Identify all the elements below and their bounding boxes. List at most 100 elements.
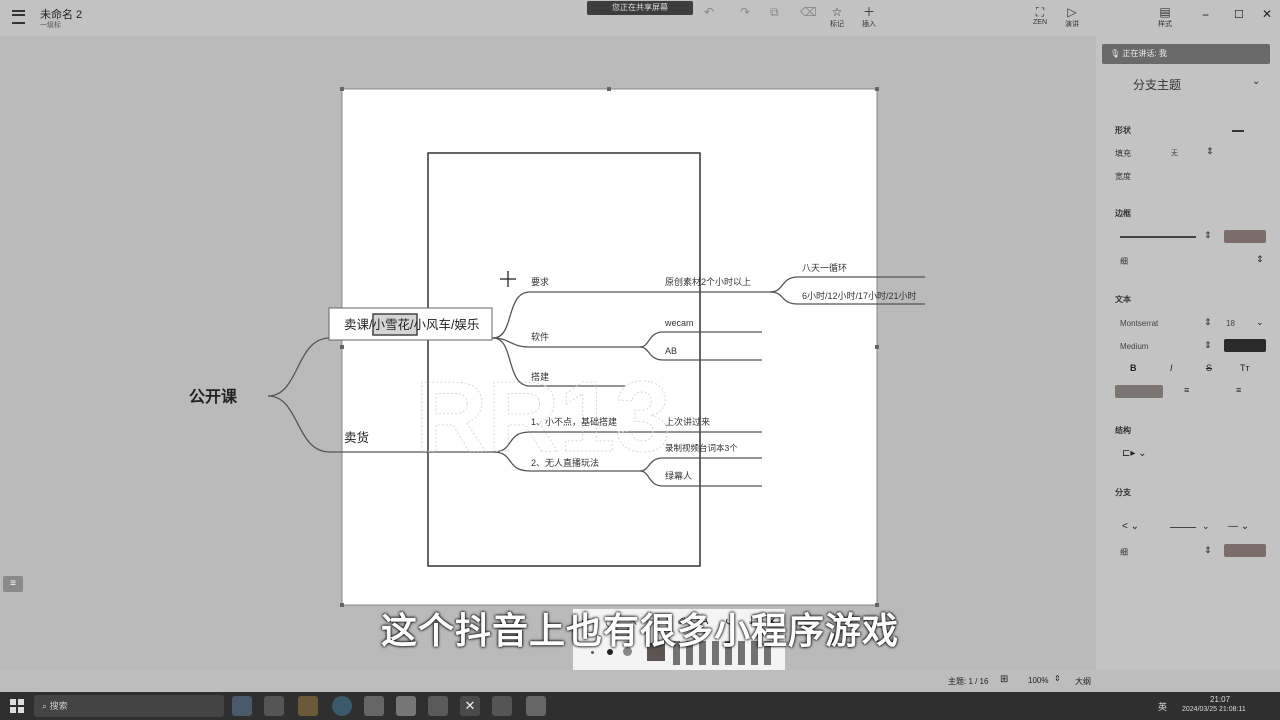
app-icon[interactable]	[526, 696, 546, 716]
app-icon[interactable]	[428, 696, 448, 716]
mic-icon: 🎙	[1110, 49, 1121, 58]
insert-button[interactable]: ＋ 插入	[862, 5, 876, 29]
present-label: 演讲	[1065, 21, 1079, 28]
status-bar: 主题: 1 / 16 ⊞ 100% ⇕ 大纲	[0, 670, 1280, 692]
font-family-select[interactable]: Montserrat	[1120, 319, 1158, 328]
region-handle	[607, 87, 611, 91]
play-icon: ▷	[1067, 5, 1077, 19]
topic-item2: 2、无人直播玩法	[531, 457, 599, 468]
stepper-icon[interactable]: ⇕	[1204, 230, 1212, 241]
topic-item1: 1、小不点，基础搭建	[531, 416, 617, 427]
clock-time[interactable]: 21:07	[1210, 695, 1230, 704]
italic-button[interactable]: I	[1170, 363, 1173, 373]
insert-label: 插入	[862, 21, 876, 28]
font-size-select[interactable]: 18	[1226, 319, 1235, 328]
video-subtitle: 这个抖音上也有很多小程序游戏	[380, 610, 899, 651]
map-icon[interactable]: ⊞	[1000, 674, 1008, 685]
chevron-down-icon[interactable]: ⌄	[1252, 76, 1260, 87]
stepper-icon[interactable]: ⇕	[1256, 254, 1264, 265]
close-window-button[interactable]: ✕	[1262, 7, 1272, 21]
region-handle	[340, 345, 344, 349]
width-label: 宽度	[1115, 172, 1131, 181]
undo-icon: ↶	[704, 5, 715, 19]
region-handle	[340, 87, 344, 91]
branch-line-preview[interactable]	[1170, 527, 1196, 528]
taskbar-search[interactable]: ⌕ 搜索	[34, 695, 224, 717]
chevron-down-icon[interactable]: ⌄	[1256, 317, 1264, 328]
chevron-down-icon[interactable]: ⌄	[1202, 521, 1210, 532]
mindmap-svg: RR13 公开课 卖课/小雪花/小风车/娱乐 卖货 要求 原创素材2个小时以上 …	[189, 87, 925, 607]
align-center-icon[interactable]: ≡	[1184, 385, 1189, 395]
present-button[interactable]: ▷ 演讲	[1065, 5, 1079, 29]
ime-indicator[interactable]: 英	[1158, 700, 1167, 713]
windows-taskbar: ⌕ 搜索 ✕ 英 21:07 2024/03/25 21:08:11	[0, 692, 1280, 720]
highlight-color-swatch[interactable]	[1115, 385, 1163, 398]
topic-req-child: 原创素材2个小时以上	[665, 276, 751, 287]
text-case-button[interactable]: Tт	[1240, 363, 1250, 373]
clear-format-button[interactable]: ⌫	[800, 5, 817, 19]
speaking-text: 正在讲话: 我	[1122, 49, 1167, 58]
undo-button[interactable]: ↶	[704, 5, 714, 19]
structure-select-icon[interactable]: ⊏▸ ⌄	[1122, 448, 1147, 459]
mark-button[interactable]: ☆ 标记	[830, 5, 844, 29]
border-line-preview[interactable]	[1120, 236, 1196, 238]
app-icon[interactable]	[492, 696, 512, 716]
chevron-down-icon[interactable]: ⇕	[1054, 674, 1061, 683]
browser-icon[interactable]	[332, 696, 352, 716]
shape-section-title: 形状	[1115, 126, 1131, 135]
strikethrough-button[interactable]: S	[1206, 363, 1212, 373]
minimize-button[interactable]: −	[1202, 8, 1209, 22]
branch-color-swatch[interactable]	[1224, 544, 1266, 557]
format-icon: ▤	[1159, 5, 1171, 19]
format-painter-button[interactable]: ⧉	[770, 5, 779, 19]
eraser-icon: ⌫	[800, 5, 817, 19]
align-right-icon[interactable]: ≡	[1236, 385, 1241, 395]
topic-soft1: wecam	[664, 318, 694, 328]
app-icon[interactable]	[396, 696, 416, 716]
app-icon[interactable]	[232, 696, 252, 716]
bold-button[interactable]: B	[1130, 363, 1137, 373]
region-handle	[875, 345, 879, 349]
topic-req-grand2: 6小时/12小时/17小时/21小时	[802, 290, 917, 301]
windows-start-icon[interactable]	[10, 699, 24, 713]
search-text: 搜索	[49, 701, 68, 711]
font-weight-select[interactable]: Medium	[1120, 342, 1148, 351]
topic-item2-child2: 绿幕人	[665, 470, 692, 481]
text-color-swatch[interactable]	[1224, 339, 1266, 352]
stepper-icon[interactable]: ⇕	[1204, 545, 1212, 556]
redo-button[interactable]: ↷	[740, 5, 750, 19]
stepper-icon[interactable]: ⇕	[1206, 146, 1214, 157]
screen-share-banner[interactable]: 您正在共享屏幕	[587, 1, 693, 15]
outline-view-button[interactable]: 大纲	[1075, 676, 1091, 687]
app-icon[interactable]	[264, 696, 284, 716]
branch-end-icon[interactable]: — ⌄	[1228, 521, 1249, 532]
topic-type-select[interactable]: 分支主题	[1133, 76, 1181, 93]
outline-toggle-button[interactable]: ≡	[3, 576, 23, 592]
format-sidebar: 🎙 正在讲话: 我 分支主题 ⌄ 形状 填充 无 ⇕ 宽度 边框 ⇕ 细 ⇕ 文…	[1096, 36, 1280, 670]
fill-label: 填充	[1115, 149, 1131, 158]
border-section-title: 边框	[1115, 209, 1131, 218]
app-icon[interactable]	[298, 696, 318, 716]
shape-line-icon[interactable]	[1232, 130, 1244, 132]
app-icon[interactable]	[364, 696, 384, 716]
mark-label: 标记	[830, 21, 844, 28]
style-button[interactable]: ▤ 样式	[1158, 5, 1172, 29]
topic-branch2: 卖货	[344, 430, 369, 445]
xmind-icon[interactable]: ✕	[460, 696, 480, 716]
zoom-level[interactable]: 100%	[1028, 676, 1048, 685]
clock-date[interactable]: 2024/03/25 21:08:11	[1182, 706, 1246, 713]
zen-mode-button[interactable]: ⛶ ZEN	[1033, 5, 1047, 26]
maximize-button[interactable]: ☐	[1234, 8, 1244, 21]
menu-icon[interactable]	[12, 10, 25, 24]
mindmap-canvas[interactable]: RR13 公开课 卖课/小雪花/小风车/娱乐 卖货 要求 原创素材2个小时以上 …	[0, 36, 1096, 672]
branch-thickness[interactable]: 细	[1120, 547, 1128, 558]
branch-style-icon[interactable]: < ⌄	[1122, 521, 1139, 532]
fill-value[interactable]: 无	[1171, 148, 1178, 158]
stepper-icon[interactable]: ⇕	[1204, 317, 1212, 328]
border-color-swatch[interactable]	[1224, 230, 1266, 243]
star-icon: ☆	[831, 5, 843, 19]
search-icon: ⌕	[42, 701, 48, 711]
stepper-icon[interactable]: ⇕	[1204, 340, 1212, 351]
topic-item2-child1: 录制视频台词本3个	[665, 443, 738, 453]
border-thickness[interactable]: 细	[1120, 256, 1128, 267]
